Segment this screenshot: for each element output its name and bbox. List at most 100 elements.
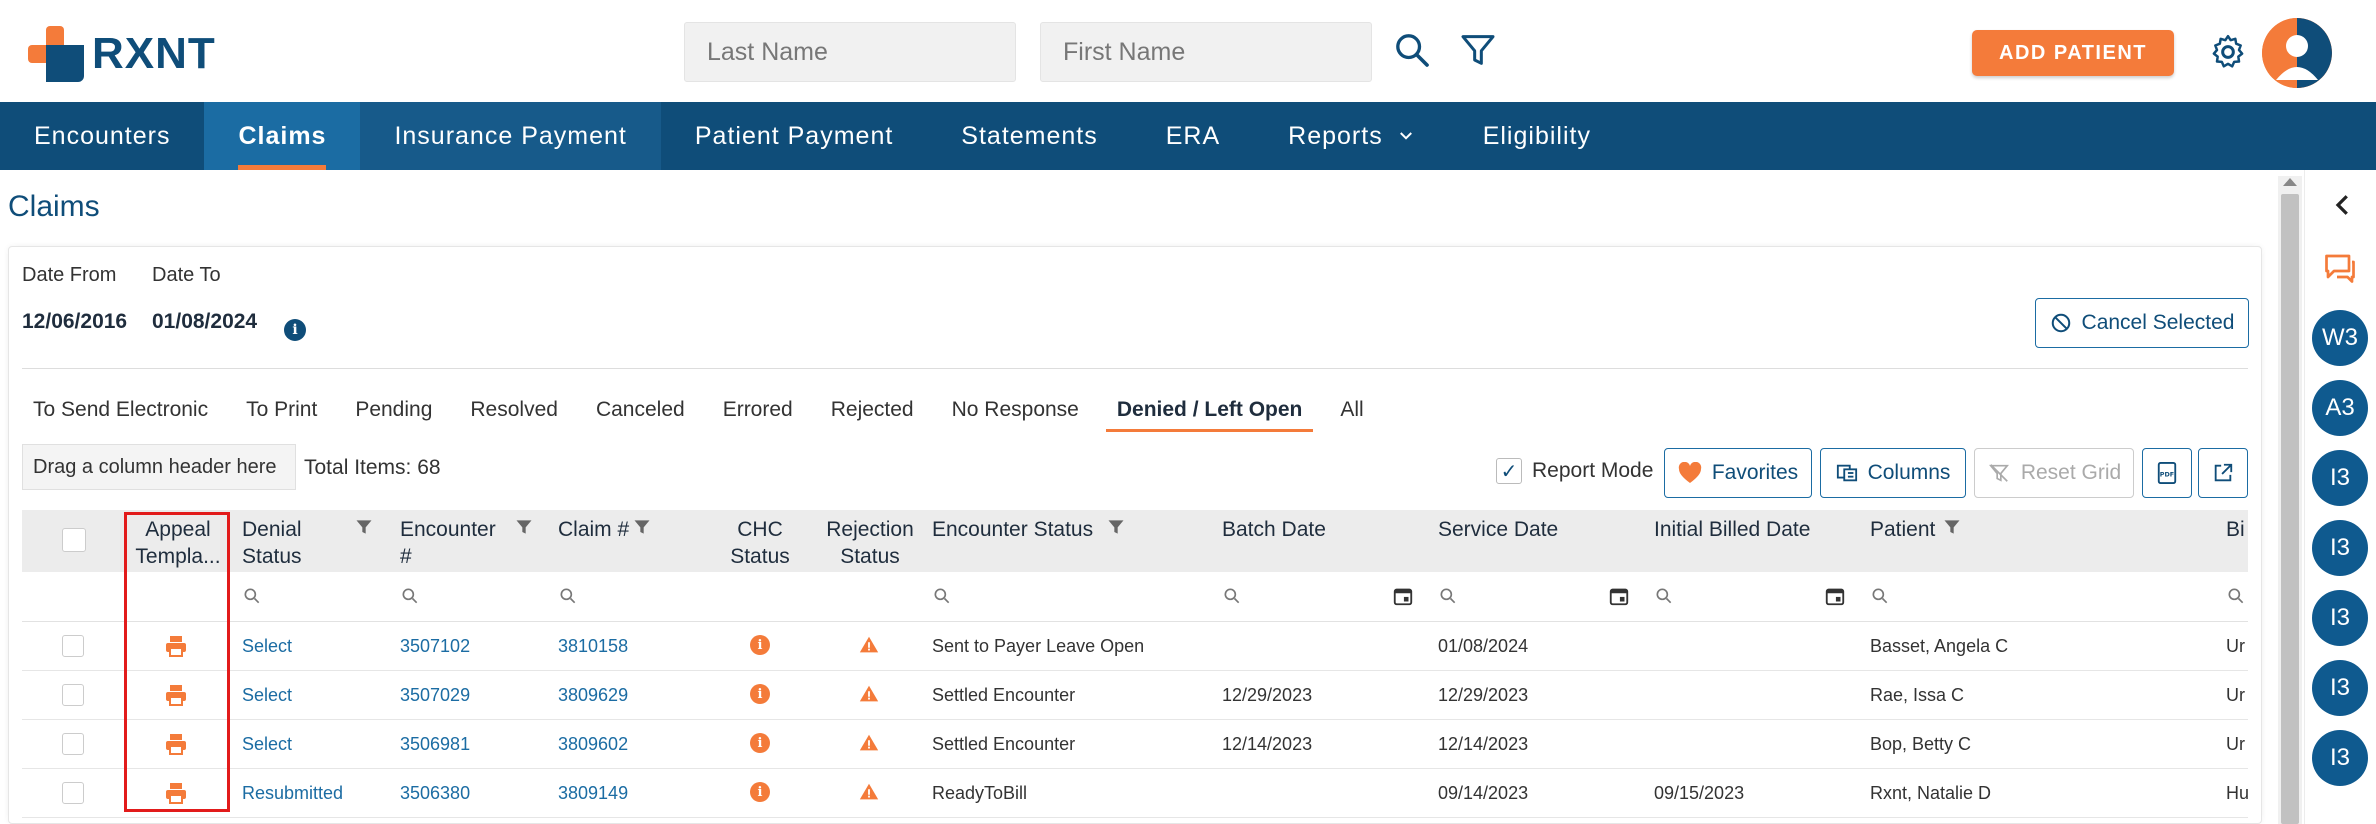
row-checkbox[interactable]	[62, 684, 84, 706]
select-all-checkbox[interactable]	[62, 528, 86, 552]
calendar-icon[interactable]	[1824, 585, 1846, 607]
col-initial-billed-date[interactable]: Initial Billed Date	[1654, 510, 1844, 572]
workspace-bubble-i3[interactable]: I3	[2312, 450, 2368, 506]
denial-status-link[interactable]: Select	[242, 636, 292, 657]
rxnt-logo[interactable]: RXNT	[28, 26, 216, 82]
nav-encounters[interactable]: Encounters	[0, 102, 204, 170]
column-filter-icon[interactable]	[354, 516, 374, 538]
export-button[interactable]	[2198, 448, 2248, 498]
workspace-bubble-i3[interactable]: I3	[2312, 520, 2368, 576]
tab-to-send-electronic[interactable]: To Send Electronic	[22, 392, 219, 432]
col-denial-status[interactable]: Denial Status	[242, 510, 342, 572]
denial-status-link[interactable]: Select	[242, 734, 292, 755]
workspace-bubble-i3[interactable]: I3	[2312, 660, 2368, 716]
date-to-value[interactable]: 01/08/2024	[152, 310, 257, 334]
search-icon[interactable]	[558, 586, 578, 606]
col-chc-status[interactable]: CHC Status	[720, 510, 800, 572]
user-avatar[interactable]	[2262, 18, 2332, 88]
printer-icon[interactable]	[164, 732, 188, 756]
nav-insurance-payment[interactable]: Insurance Payment	[360, 102, 661, 170]
warning-icon[interactable]	[858, 634, 880, 656]
claim-number-link[interactable]: 3809629	[558, 685, 628, 706]
search-icon[interactable]	[2226, 586, 2246, 606]
chc-status-info-icon[interactable]: i	[750, 684, 770, 704]
scroll-up-arrow-icon[interactable]	[2283, 178, 2297, 186]
tab-rejected[interactable]: Rejected	[820, 392, 925, 432]
printer-icon[interactable]	[164, 781, 188, 805]
row-checkbox[interactable]	[62, 733, 84, 755]
search-icon[interactable]	[1654, 586, 1674, 606]
tab-to-print[interactable]: To Print	[235, 392, 328, 432]
chc-status-info-icon[interactable]: i	[750, 733, 770, 753]
table-row[interactable]: Select 3506981 3809602 i Settled Encount…	[22, 720, 2248, 769]
tab-denied-left-open[interactable]: Denied / Left Open	[1105, 392, 1314, 432]
encounter-number-link[interactable]: 3506380	[400, 783, 470, 804]
column-filter-icon[interactable]	[514, 516, 534, 538]
warning-icon[interactable]	[858, 683, 880, 705]
warning-icon[interactable]	[858, 781, 880, 803]
workspace-bubble-a3[interactable]: A3	[2312, 380, 2368, 436]
tab-pending[interactable]: Pending	[344, 392, 443, 432]
gear-icon[interactable]	[2208, 32, 2248, 72]
col-claim-number[interactable]: Claim #	[558, 510, 638, 572]
tab-no-response[interactable]: No Response	[941, 392, 1090, 432]
cancel-selected-button[interactable]: Cancel Selected	[2035, 298, 2249, 348]
column-filter-icon[interactable]	[632, 516, 652, 538]
tab-resolved[interactable]: Resolved	[459, 392, 569, 432]
warning-icon[interactable]	[858, 732, 880, 754]
col-rejection-status[interactable]: Rejection Status	[822, 510, 918, 572]
export-pdf-button[interactable]: PDF	[2142, 448, 2192, 498]
claim-number-link[interactable]: 3809149	[558, 783, 628, 804]
search-icon[interactable]	[1222, 586, 1242, 606]
row-checkbox[interactable]	[62, 635, 84, 657]
tab-all[interactable]: All	[1329, 392, 1374, 432]
add-patient-button[interactable]: ADD PATIENT	[1972, 30, 2174, 76]
date-from-value[interactable]: 12/06/2016	[22, 310, 127, 334]
table-row[interactable]: Select 3507102 3810158 i Sent to Payer L…	[22, 622, 2248, 671]
denial-status-link[interactable]: Select	[242, 685, 292, 706]
claim-number-link[interactable]: 3810158	[558, 636, 628, 657]
table-row[interactable]: Select 3507029 3809629 i Settled Encount…	[22, 671, 2248, 720]
report-mode-toggle[interactable]: ✓ Report Mode	[1496, 458, 1653, 484]
reset-grid-button[interactable]: Reset Grid	[1974, 448, 2134, 498]
scrollbar-thumb[interactable]	[2281, 194, 2299, 824]
encounter-number-link[interactable]: 3506981	[400, 734, 470, 755]
tab-canceled[interactable]: Canceled	[585, 392, 696, 432]
claim-number-link[interactable]: 3809602	[558, 734, 628, 755]
group-by-drop-zone[interactable]: Drag a column header here	[22, 444, 296, 490]
workspace-bubble-i3[interactable]: I3	[2312, 590, 2368, 646]
encounter-number-link[interactable]: 3507029	[400, 685, 470, 706]
workspace-bubble-i3[interactable]: I3	[2312, 730, 2368, 786]
column-filter-icon[interactable]	[1106, 516, 1126, 538]
collapse-chevron-icon[interactable]	[2328, 190, 2358, 220]
calendar-icon[interactable]	[1392, 585, 1414, 607]
col-encounter-status[interactable]: Encounter Status	[932, 510, 1112, 572]
chc-status-info-icon[interactable]: i	[750, 635, 770, 655]
search-icon[interactable]	[400, 586, 420, 606]
favorites-button[interactable]: Favorites	[1664, 448, 1812, 498]
nav-patient-payment[interactable]: Patient Payment	[661, 102, 927, 170]
search-icon[interactable]	[242, 586, 262, 606]
nav-claims[interactable]: Claims	[204, 102, 361, 170]
col-batch-date[interactable]: Batch Date	[1222, 510, 1372, 572]
column-filter-icon[interactable]	[1942, 516, 1962, 538]
report-mode-checkbox[interactable]: ✓	[1496, 458, 1522, 484]
table-row[interactable]: Resubmitted 3506380 3809149 i ReadyToBil…	[22, 769, 2248, 818]
col-encounter-number[interactable]: Encounter #	[400, 510, 510, 572]
search-icon[interactable]	[1438, 586, 1458, 606]
workspace-bubble-w3[interactable]: W3	[2312, 310, 2368, 366]
filter-icon[interactable]	[1458, 30, 1498, 70]
nav-reports[interactable]: Reports	[1254, 102, 1449, 170]
col-appeal-template[interactable]: Appeal Templa...	[128, 510, 228, 572]
row-checkbox[interactable]	[62, 782, 84, 804]
last-name-input[interactable]: Last Name	[684, 22, 1016, 82]
info-icon[interactable]: i	[284, 319, 306, 341]
col-billing[interactable]: Bi	[2226, 510, 2248, 572]
printer-icon[interactable]	[164, 683, 188, 707]
search-icon[interactable]	[932, 586, 952, 606]
denial-status-link[interactable]: Resubmitted	[242, 783, 343, 804]
nav-eligibility[interactable]: Eligibility	[1449, 102, 1625, 170]
col-service-date[interactable]: Service Date	[1438, 510, 1588, 572]
nav-era[interactable]: ERA	[1132, 102, 1254, 170]
columns-button[interactable]: Columns	[1820, 448, 1966, 498]
